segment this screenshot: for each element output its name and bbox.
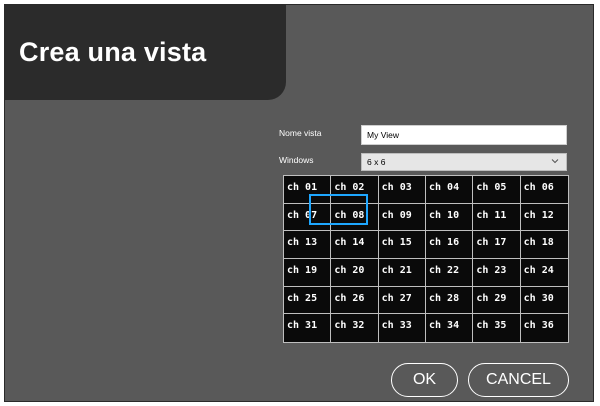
channel-cell[interactable]: ch 36 (521, 314, 568, 342)
channel-cell[interactable]: ch 29 (473, 286, 521, 315)
channel-cell[interactable]: ch 16 (425, 231, 474, 259)
channel-cell[interactable]: ch 33 (379, 314, 426, 342)
channel-cell[interactable]: ch 09 (378, 203, 426, 232)
channel-cell[interactable]: ch 27 (378, 286, 426, 315)
channel-cell[interactable]: ch 30 (520, 287, 568, 315)
dialog-window: Crea una vista Nome vista My View Window… (4, 4, 594, 402)
channel-cell[interactable]: ch 22 (425, 258, 474, 287)
channel-cell[interactable]: ch 31 (284, 314, 332, 342)
channel-cell[interactable]: ch 11 (473, 203, 521, 232)
channel-cell[interactable]: ch 19 (284, 258, 332, 287)
channel-cell[interactable]: ch 21 (378, 258, 426, 287)
view-name-input[interactable]: My View (361, 125, 567, 145)
channel-cell[interactable]: ch 18 (520, 231, 568, 259)
channel-cell[interactable]: ch 24 (520, 259, 568, 287)
channel-cell[interactable]: ch 35 (473, 314, 521, 342)
ok-button[interactable]: OK (391, 363, 458, 397)
channel-cell[interactable]: ch 26 (331, 286, 379, 315)
channel-cell[interactable]: ch 06 (520, 176, 568, 204)
channel-cell[interactable]: ch 10 (425, 203, 474, 232)
channel-cell[interactable]: ch 28 (425, 286, 474, 315)
channel-cell[interactable]: ch 34 (426, 314, 474, 342)
page-title: Crea una vista (19, 37, 207, 67)
channel-cell[interactable]: ch 20 (331, 258, 379, 287)
channel-cell[interactable]: ch 04 (425, 176, 474, 204)
channel-cell[interactable]: ch 14 (331, 231, 379, 259)
channel-cell[interactable]: ch 32 (331, 314, 379, 342)
chevron-down-icon (551, 159, 559, 164)
view-name-label: Nome vista (279, 128, 322, 138)
windows-select[interactable]: 6 x 6 (361, 153, 567, 171)
title-panel: Crea una vista (5, 5, 286, 100)
channel-cell[interactable]: ch 25 (284, 286, 332, 315)
channel-cell[interactable]: ch 15 (378, 231, 426, 259)
channel-cell[interactable]: ch 12 (520, 204, 568, 232)
windows-label: Windows (279, 155, 314, 165)
channel-cell[interactable]: ch 07 (284, 203, 332, 232)
channel-cell[interactable]: ch 23 (473, 258, 521, 287)
channel-cell[interactable]: ch 17 (473, 231, 521, 259)
channel-cell[interactable]: ch 01 (284, 176, 332, 204)
channel-cell[interactable]: ch 03 (378, 176, 426, 204)
channel-cell[interactable]: ch 08 (331, 203, 379, 232)
channel-cell[interactable]: ch 05 (473, 176, 521, 204)
cancel-button[interactable]: CANCEL (468, 363, 569, 397)
channel-cell[interactable]: ch 02 (331, 176, 379, 204)
windows-select-value: 6 x 6 (367, 157, 386, 167)
channel-cell[interactable]: ch 13 (284, 231, 332, 259)
channel-grid: ch 01 ch 02 ch 03 ch 04 ch 05 ch 06 ch 07 ch 08… (283, 175, 569, 343)
